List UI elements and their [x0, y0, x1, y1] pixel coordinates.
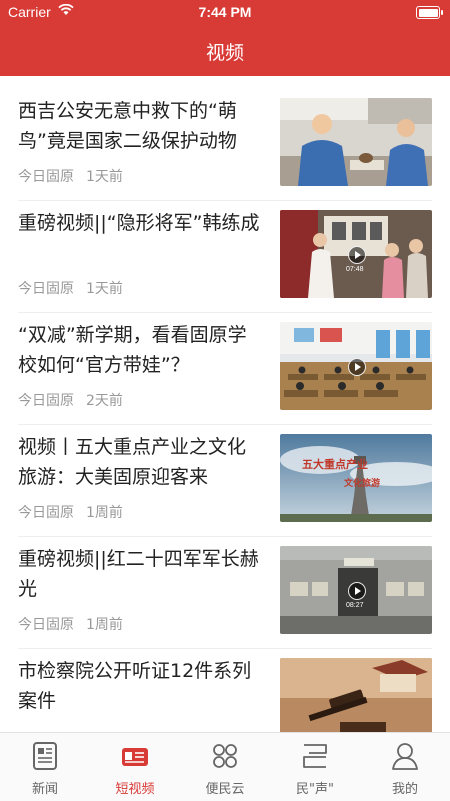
tab-news[interactable]: 新闻 — [0, 733, 90, 801]
tab-bar: 新闻 短视频 便民云 民"声" 我的 — [0, 732, 450, 801]
voice-icon — [303, 744, 327, 768]
item-thumbnail[interactable]: 07:48 — [280, 210, 432, 298]
list-item[interactable]: 重磅视频||“隐形将军”韩练成 今日固原 1天前 07:48 — [0, 188, 450, 313]
item-source: 今日固原 — [18, 505, 74, 521]
video-duration: 07:48 — [346, 266, 364, 273]
profile-icon — [392, 743, 418, 770]
item-thumbnail[interactable] — [280, 98, 432, 186]
item-thumbnail[interactable] — [280, 322, 432, 410]
list-item[interactable]: 视频丨五大重点产业之文化旅游：大美固原迎客来 今日固原 1周前 五大重点产业 文化… — [0, 412, 450, 537]
item-meta: 今日固原 1周前 — [18, 614, 123, 634]
item-title: 视频丨五大重点产业之文化旅游：大美固原迎客来 — [18, 436, 247, 488]
item-title: 西吉公安无意中救下的“萌鸟”竟是国家二级保护动物 — [18, 100, 237, 152]
item-source: 今日固原 — [18, 617, 74, 633]
short-video-icon — [122, 748, 148, 766]
item-source: 今日固原 — [18, 169, 74, 185]
list-item[interactable]: 重磅视频||红二十四军军长赫光 今日固原 1周前 08:27 — [0, 524, 450, 649]
play-icon[interactable] — [348, 582, 366, 600]
item-thumbnail[interactable] — [280, 658, 432, 732]
item-meta: 今日固原 2天前 — [18, 390, 123, 410]
page-title: 视频 — [205, 42, 244, 64]
list-item[interactable]: 西吉公安无意中救下的“萌鸟”竟是国家二级保护动物 今日固原 1天前 — [0, 76, 450, 201]
video-list[interactable]: 西吉公安无意中救下的“萌鸟”竟是国家二级保护动物 今日固原 1天前 重磅视频||“… — [0, 76, 450, 732]
status-time: 7:44 PM — [198, 4, 252, 20]
tab-label: 便民云 — [205, 782, 245, 797]
cloud-services-icon — [213, 744, 237, 768]
item-time: 1周前 — [86, 505, 123, 521]
item-title: 重磅视频||红二十四军军长赫光 — [18, 548, 259, 600]
item-title: “双减”新学期，看看固原学校如何“官方带娃”？ — [18, 324, 247, 376]
list-item[interactable]: “双减”新学期，看看固原学校如何“官方带娃”？ 今日固原 2天前 — [0, 300, 450, 425]
battery-icon — [416, 6, 443, 19]
item-time: 2天前 — [86, 393, 123, 409]
tab-cloud-services[interactable]: 便民云 — [180, 733, 270, 801]
play-icon[interactable] — [348, 246, 366, 264]
list-item[interactable]: 市检察院公开听证12件系列案件 — [0, 636, 450, 732]
item-time: 1周前 — [86, 617, 123, 633]
video-duration: 08:27 — [346, 602, 364, 609]
tab-label: 短视频 — [115, 782, 155, 797]
item-title: 重磅视频||“隐形将军”韩练成 — [18, 212, 260, 234]
item-source: 今日固原 — [18, 281, 74, 297]
news-icon — [33, 742, 57, 770]
item-source: 今日固原 — [18, 393, 74, 409]
tab-short-video[interactable]: 短视频 — [90, 733, 180, 801]
item-meta: 今日固原 1周前 — [18, 502, 123, 522]
nav-bar: 视频 — [0, 24, 450, 76]
thumb-caption: 文化旅游 — [344, 479, 381, 489]
item-thumbnail[interactable]: 五大重点产业 文化旅游 — [280, 434, 432, 522]
item-title: 市检察院公开听证12件系列案件 — [18, 660, 252, 712]
thumb-caption: 五大重点产业 — [302, 458, 368, 471]
item-time: 1天前 — [86, 281, 123, 297]
tab-voice[interactable]: 民"声" — [270, 733, 360, 801]
status-bar: Carrier 7:44 PM — [0, 0, 450, 24]
item-time: 1天前 — [86, 169, 123, 185]
tab-profile[interactable]: 我的 — [360, 733, 450, 801]
item-thumbnail[interactable]: 08:27 — [280, 546, 432, 634]
item-meta: 今日固原 1天前 — [18, 166, 123, 186]
play-icon[interactable] — [348, 358, 366, 376]
tab-label: 新闻 — [31, 782, 58, 797]
tab-label: 民"声" — [296, 782, 334, 797]
tab-label: 我的 — [391, 782, 418, 797]
item-meta: 今日固原 1天前 — [18, 278, 123, 298]
